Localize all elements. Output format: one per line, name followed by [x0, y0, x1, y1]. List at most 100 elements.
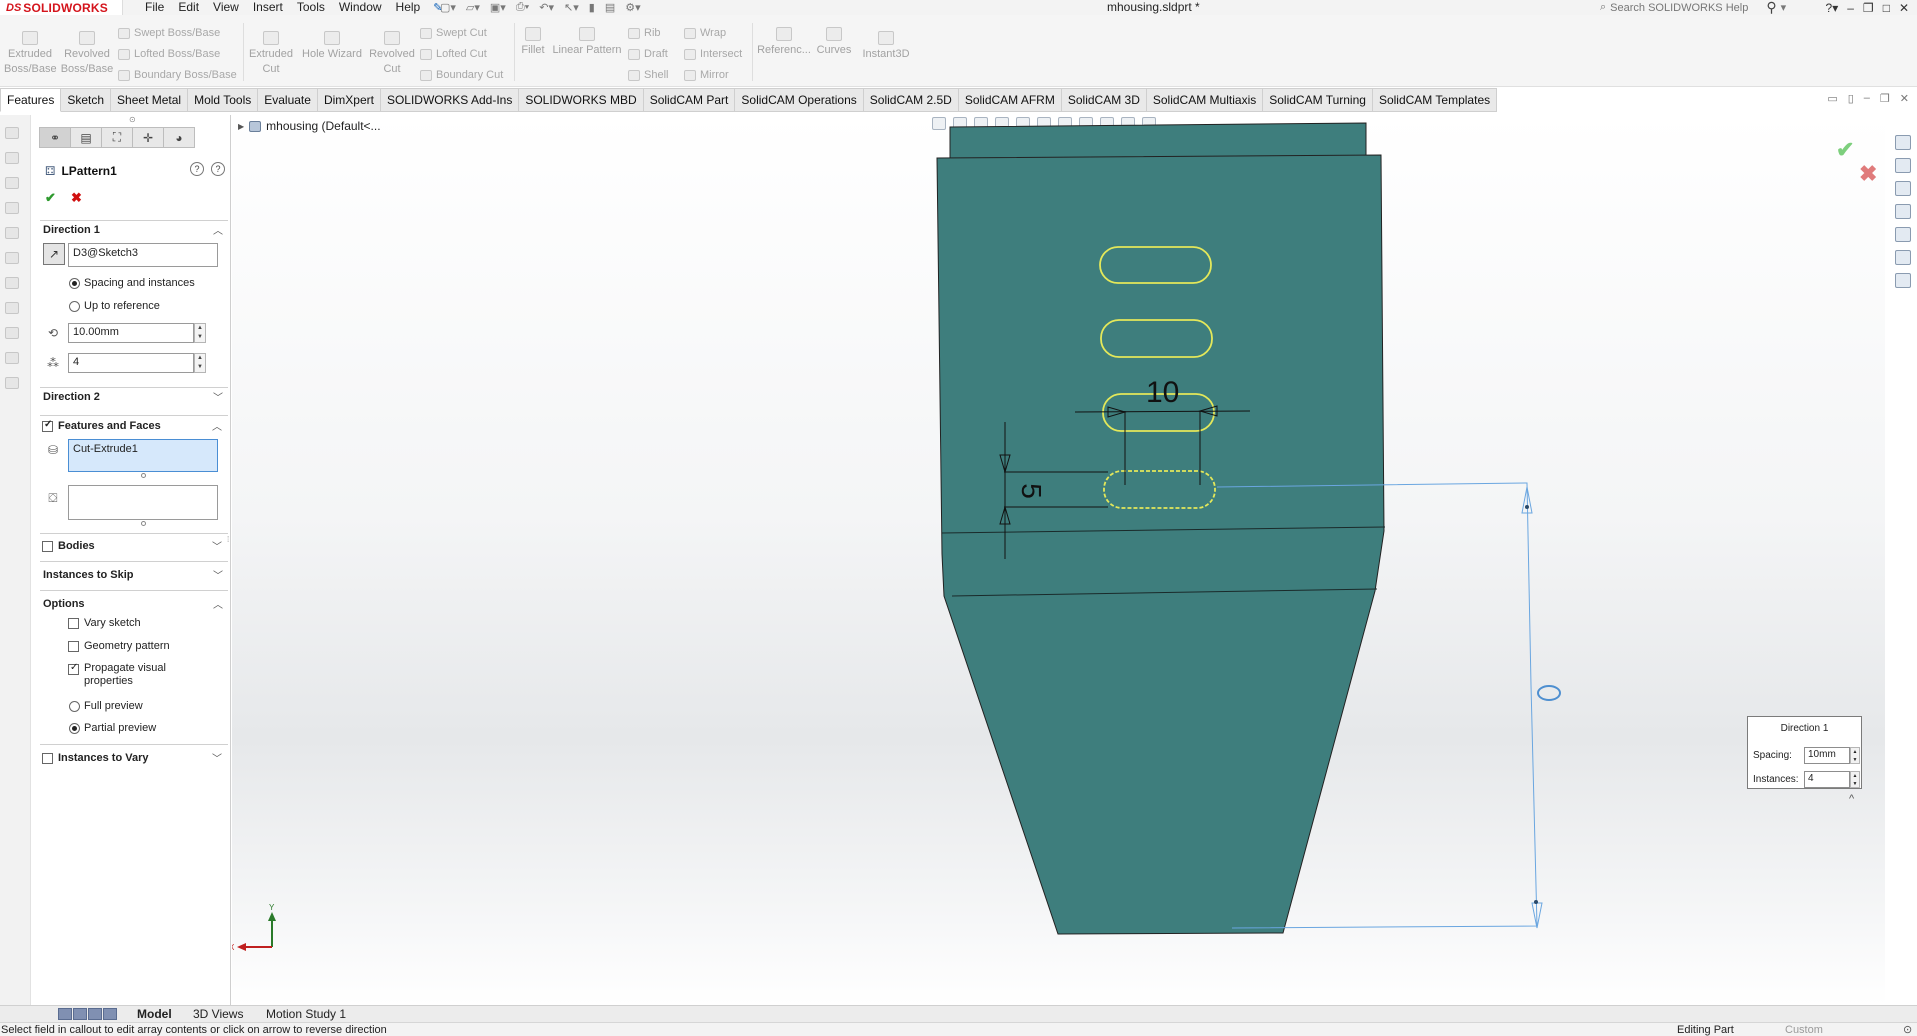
boundary-cut-button[interactable]: Boundary Cut [420, 69, 503, 81]
revolved-cut-button[interactable]: Revolved Cut [366, 31, 418, 77]
wrap-button[interactable]: Wrap [684, 27, 726, 39]
tab-solidcam-2-5d[interactable]: SolidCAM 2.5D [863, 88, 959, 112]
spacing-spinner[interactable]: ▲ ▼ [194, 323, 206, 343]
menu-view[interactable]: View [206, 0, 246, 15]
features-and-faces-checkbox[interactable] [42, 419, 53, 432]
fillet-button[interactable]: Fillet [518, 27, 548, 58]
arc-tool-icon[interactable] [5, 252, 19, 264]
whats-wrong-icon[interactable]: ? [190, 162, 204, 176]
tab-features[interactable]: Features [0, 88, 62, 112]
curves-button[interactable]: Curves [814, 27, 854, 58]
tab-solidworks-mbd[interactable]: SOLIDWORKS MBD [519, 88, 644, 112]
confirm-cancel-x-icon[interactable]: ✖ [1859, 161, 1877, 187]
graphics-area[interactable]: ▶ mhousing (Default<... 10 5 Y ✔ ✖ Direc… [232, 115, 1885, 1005]
circle-tool-icon[interactable] [5, 227, 19, 239]
select-icon[interactable]: ↖▾ [564, 1, 579, 14]
spacing-input[interactable]: 10.00mm [68, 323, 194, 343]
open-icon[interactable]: ▱▾ [466, 1, 480, 14]
tab-solidcam-afrm[interactable]: SolidCAM AFRM [958, 88, 1062, 112]
solidworks-forum-icon[interactable] [1895, 273, 1911, 288]
hole-wizard-button[interactable]: Hole Wizard [300, 31, 364, 62]
doc-minimize-icon[interactable]: – [1864, 92, 1870, 105]
linear-pattern-button[interactable]: Linear Pattern [552, 27, 622, 58]
instant3d-button[interactable]: Instant3D [860, 31, 912, 62]
offset-tool-icon[interactable] [5, 302, 19, 314]
panel-grip-icon[interactable]: ⊙ [129, 115, 136, 124]
confirm-ok-checkmark-icon[interactable]: ✔ [1836, 137, 1854, 163]
options-group-header[interactable]: Options ︿ [43, 596, 227, 612]
restore-down-icon[interactable]: ❐ [1863, 1, 1874, 15]
callout-spacing-input[interactable]: 10mm [1804, 747, 1850, 764]
boundary-boss-button[interactable]: Boundary Boss/Base [118, 69, 237, 81]
dimension-value-10[interactable]: 10 [1146, 376, 1179, 409]
reverse-direction-icon[interactable]: ↗ [43, 243, 65, 265]
reference-geometry-button[interactable]: Referenc... [756, 27, 812, 58]
line-tool-icon[interactable] [5, 177, 19, 189]
print-icon[interactable]: ⎙▾ [516, 1, 529, 14]
menu-help[interactable]: Help [389, 0, 428, 15]
revolved-boss-button[interactable]: Revolved Boss/Base [60, 31, 114, 77]
save-icon[interactable]: ▣▾ [490, 1, 506, 14]
unit-system-selector[interactable]: Custom [1785, 1023, 1823, 1036]
sketch-tool-icon[interactable] [5, 127, 19, 139]
spline-tool-icon[interactable] [5, 352, 19, 364]
callout-instances-input[interactable]: 4 [1804, 771, 1850, 788]
ok-checkmark-button[interactable]: ✔ [45, 190, 56, 206]
options-gear-icon[interactable]: ⚙▾ [625, 1, 640, 14]
instances-to-vary-group-header[interactable]: Instances to Vary ﹀ [42, 750, 226, 766]
mirror-entities-icon[interactable] [5, 327, 19, 339]
direction1-group-header[interactable]: Direction 1 ︿ [43, 222, 227, 238]
callout-spacing-spinner[interactable]: ▲ ▼ [1850, 747, 1860, 764]
tab-solidcam-operations[interactable]: SolidCAM Operations [735, 88, 864, 112]
solidworks-resources-icon[interactable] [1895, 135, 1911, 150]
instances-input[interactable]: 4 [68, 353, 194, 373]
tab-solidcam-turning[interactable]: SolidCAM Turning [1263, 88, 1373, 112]
status-help-icon[interactable]: ⊙ [1903, 1023, 1912, 1036]
swept-cut-button[interactable]: Swept Cut [420, 27, 487, 39]
menu-tools[interactable]: Tools [290, 0, 332, 15]
tab-solidworks-add-ins[interactable]: SOLIDWORKS Add-Ins [380, 88, 520, 112]
tab-dimxpert[interactable]: DimXpert [317, 88, 381, 112]
direction1-reference-field[interactable]: D3@Sketch3 [68, 243, 218, 267]
custom-properties-icon[interactable] [1895, 250, 1911, 265]
draft-button[interactable]: Draft [628, 48, 668, 60]
up-to-reference-radio[interactable]: Up to reference [69, 300, 160, 312]
rectangle-tool-icon[interactable] [5, 202, 19, 214]
tab-motion-study-1[interactable]: Motion Study 1 [262, 1007, 350, 1022]
close-icon[interactable]: ✕ [1899, 1, 1909, 15]
list-resize-handle[interactable] [141, 473, 146, 478]
bodies-checkbox[interactable] [42, 540, 53, 552]
features-and-faces-group-header[interactable]: Features and Faces ︿ [42, 418, 226, 434]
panel-splitter-handle[interactable]: ⁞ [227, 535, 229, 544]
intersect-button[interactable]: Intersect [684, 48, 742, 60]
previous-tab-arrow-icon[interactable] [73, 1008, 87, 1020]
next-tab-arrow-icon[interactable] [88, 1008, 102, 1020]
search-help-box[interactable]: ⌕ Search SOLIDWORKS Help ⚲ ▾ [1600, 0, 1786, 15]
extruded-boss-button[interactable]: Extruded Boss/Base [4, 31, 57, 77]
lofted-cut-button[interactable]: Lofted Cut [420, 48, 487, 60]
menu-edit[interactable]: Edit [171, 0, 206, 15]
search-dropdown-icon[interactable]: ▾ [1781, 1, 1787, 14]
menu-file[interactable]: File [138, 0, 171, 15]
menu-insert[interactable]: Insert [246, 0, 290, 15]
new-document-icon[interactable]: ▢▾ [440, 1, 456, 14]
appearances-scenes-icon[interactable] [1895, 227, 1911, 242]
maximize-icon[interactable]: □ [1883, 1, 1890, 15]
handle-dot[interactable] [1534, 900, 1538, 904]
menu-window[interactable]: Window [332, 0, 389, 15]
lofted-boss-button[interactable]: Lofted Boss/Base [118, 48, 220, 60]
direction2-group-header[interactable]: Direction 2 ﹀ [43, 389, 227, 405]
rib-button[interactable]: Rib [628, 27, 661, 39]
shell-button[interactable]: Shell [628, 69, 668, 81]
design-library-icon[interactable] [1895, 158, 1911, 173]
minimize-icon[interactable]: – [1847, 1, 1854, 15]
configuration-manager-tab-icon[interactable]: ⛶ [101, 127, 133, 148]
solidworks-logo[interactable]: DS SOLIDWORKS [0, 0, 123, 15]
part-main-body[interactable] [936, 154, 1385, 935]
doc-close-icon[interactable]: ✕ [1900, 92, 1909, 105]
geometry-pattern-checkbox[interactable]: Geometry pattern [68, 640, 170, 652]
instances-to-vary-checkbox[interactable] [42, 752, 53, 764]
file-properties-icon[interactable]: ▤ [605, 1, 615, 14]
cancel-x-button[interactable]: ✖ [71, 190, 82, 206]
tile-icon[interactable]: ▭ [1827, 92, 1837, 105]
